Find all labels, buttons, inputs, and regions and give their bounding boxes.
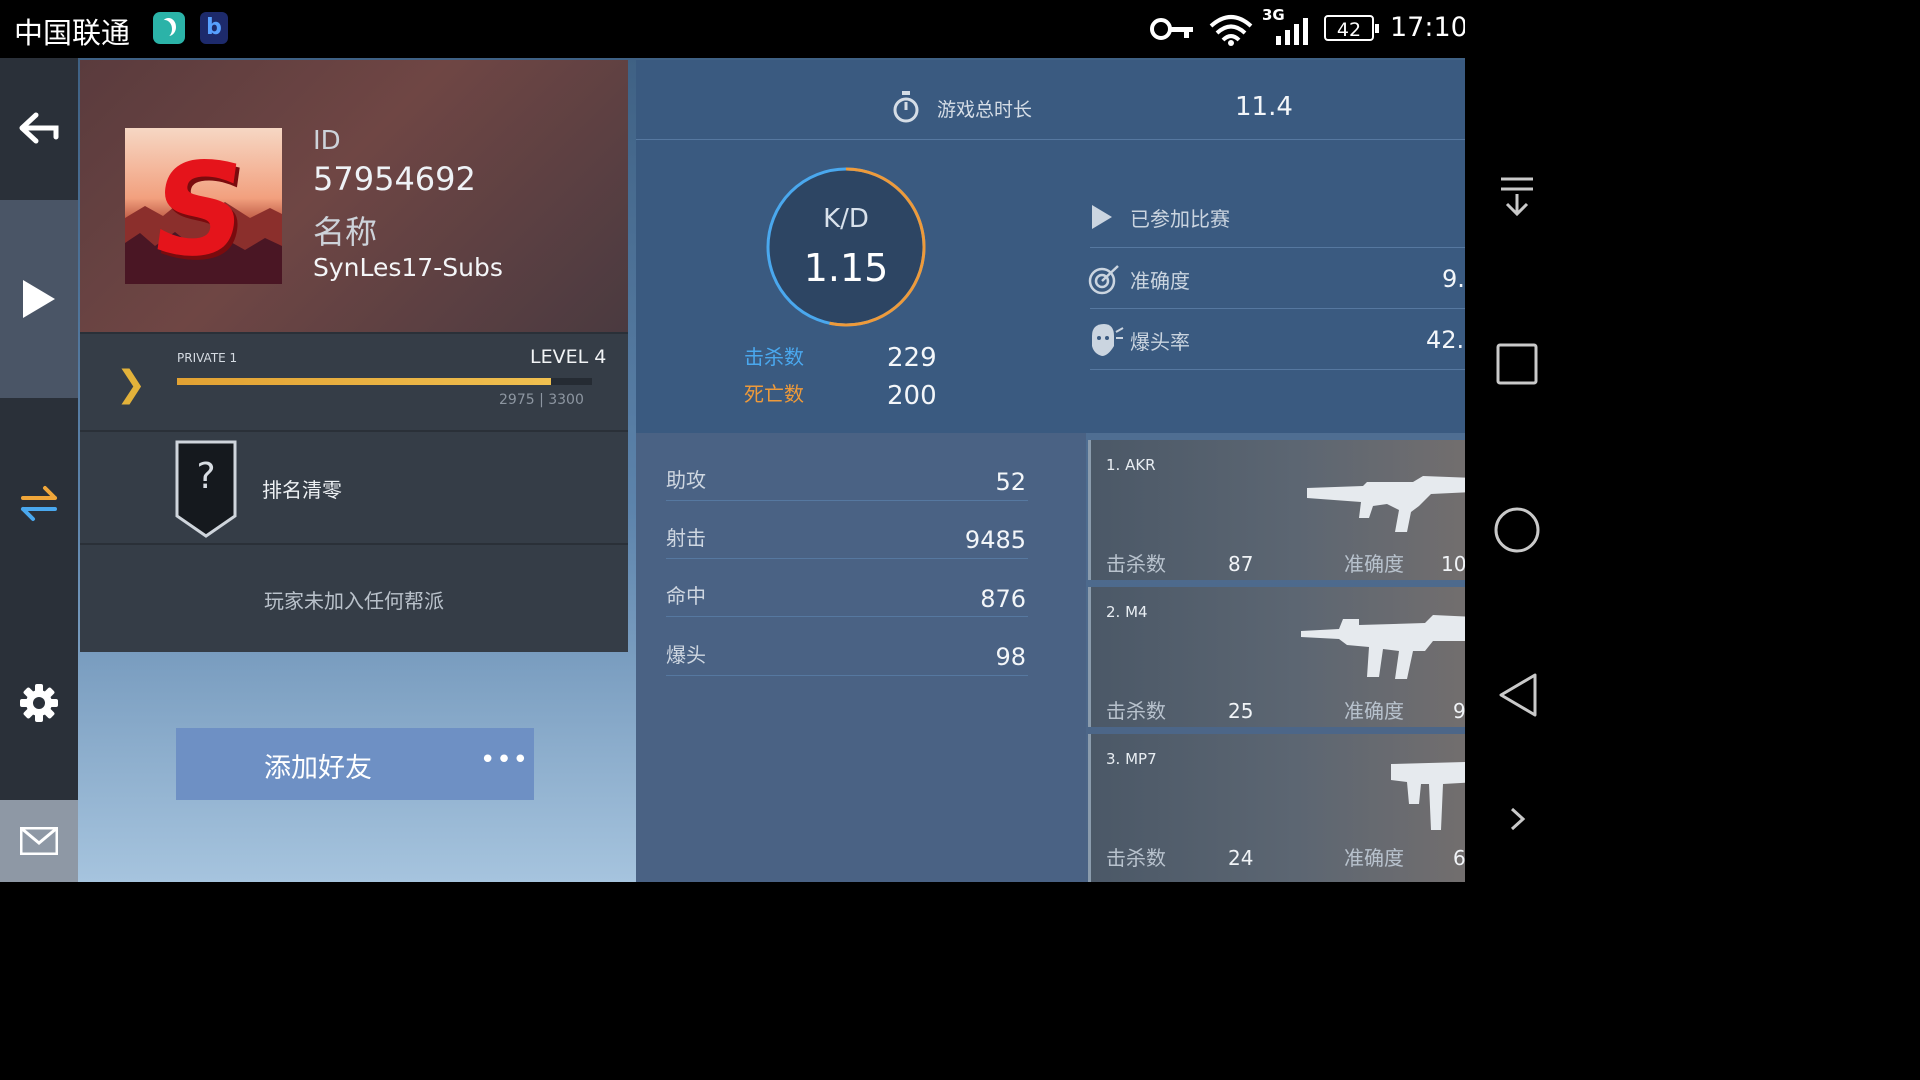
rank-label: PRIVATE 1 (177, 351, 238, 365)
mail-button[interactable] (0, 800, 78, 882)
navigation-bar (1465, 0, 1568, 882)
back-button[interactable] (0, 58, 78, 198)
chevron-right-icon[interactable] (1509, 806, 1527, 832)
player-id: 57954692 (313, 160, 476, 198)
playtime-value: 11.4 (1235, 92, 1293, 122)
deaths-label: 死亡数 (744, 382, 804, 406)
weapon-accuracy-label: 准确度 (1344, 699, 1404, 723)
more-options-button[interactable]: ••• (480, 745, 529, 775)
weapon-name: 3. MP7 (1106, 750, 1157, 768)
headshot-icon (1092, 324, 1124, 356)
rank-reset-label: 排名清零 (262, 478, 342, 502)
settings-button[interactable] (0, 658, 78, 748)
back-arrow-icon (19, 112, 59, 144)
clan-status: 玩家未加入任何帮派 (264, 589, 444, 613)
moon-app-icon (153, 12, 185, 44)
rifle-icon (1307, 476, 1465, 532)
headshots-label: 爆头 (666, 643, 706, 667)
pull-down-icon[interactable] (1497, 176, 1537, 218)
smg-icon (1391, 762, 1465, 830)
play-button[interactable] (0, 200, 78, 398)
hits-value: 876 (980, 585, 1026, 613)
divider (666, 500, 1028, 501)
wifi-icon (1209, 15, 1253, 46)
key-icon (1150, 18, 1193, 40)
weapon-kills-label: 击杀数 (1106, 552, 1166, 576)
weapon-kills: 25 (1228, 699, 1254, 723)
weapon-kills-label: 击杀数 (1106, 846, 1166, 870)
status-bar: 中国联通 b 3G 42 17:10 (0, 0, 1568, 58)
rank-unknown-mark: ? (196, 456, 216, 497)
mail-icon (20, 827, 58, 855)
side-menu (0, 58, 78, 882)
weapon-name: 1. AKR (1106, 456, 1156, 474)
play-icon (23, 280, 55, 318)
level-label: LEVEL 4 (530, 346, 607, 368)
assists-label: 助攻 (666, 468, 706, 492)
divider (666, 616, 1028, 617)
xp-progress-fill (177, 378, 551, 385)
kills-label: 击杀数 (744, 345, 804, 369)
chevron-right-icon[interactable]: ❯ (116, 364, 146, 405)
stopwatch-icon (893, 91, 919, 123)
divider (80, 332, 628, 334)
divider (80, 543, 628, 545)
weapon-accuracy: 6 (1453, 846, 1465, 870)
kd-value: 1.15 (803, 246, 889, 290)
b-app-icon: b (200, 12, 228, 44)
weapon-name: 2. M4 (1106, 603, 1148, 621)
carrier-label: 中国联通 (14, 16, 131, 50)
matches-label: 已参加比赛 (1130, 207, 1230, 231)
divider (666, 558, 1028, 559)
headshot-rate-label: 爆头率 (1130, 330, 1190, 354)
shots-label: 射击 (666, 526, 706, 550)
player-name: SynLes17-Subs (313, 253, 503, 282)
name-label: 名称 (313, 213, 378, 251)
shots-value: 9485 (964, 526, 1026, 554)
clock: 17:10 (1390, 12, 1468, 43)
accuracy-label: 准确度 (1130, 269, 1190, 293)
swap-arrows-icon (21, 486, 57, 521)
battery-icon: 42 (1324, 15, 1379, 41)
weapon-accuracy: 9 (1453, 699, 1465, 723)
weapon-kills-label: 击杀数 (1106, 699, 1166, 723)
divider (80, 430, 628, 432)
kd-label: K/D (823, 204, 869, 234)
xp-value: 2975 | 3300 (499, 392, 584, 408)
headshots-value: 98 (995, 643, 1026, 671)
divider (636, 139, 1465, 140)
weapon-kills: 87 (1228, 552, 1254, 576)
divider (666, 675, 1028, 676)
home-icon[interactable] (1493, 506, 1541, 554)
back-nav-icon[interactable] (1497, 672, 1539, 718)
carbine-icon (1301, 615, 1465, 679)
gear-icon (20, 684, 58, 722)
playtime-label: 游戏总时长 (937, 99, 1033, 121)
deaths-value: 200 (887, 381, 937, 411)
weapon-kills: 24 (1228, 846, 1254, 870)
avatar[interactable]: S (125, 128, 282, 284)
recent-apps-icon[interactable] (1495, 342, 1539, 386)
id-label: ID (313, 126, 341, 156)
weapon-card[interactable]: 2. M4 击杀数 25 准确度 9 (1088, 587, 1465, 727)
weapon-card[interactable]: 1. AKR 击杀数 87 准确度 10 (1088, 440, 1465, 580)
assists-value: 52 (995, 468, 1026, 496)
weapon-accuracy-label: 准确度 (1344, 552, 1404, 576)
xp-progress-bar (177, 378, 592, 385)
target-icon (1088, 265, 1119, 295)
signal-icon (1276, 18, 1308, 45)
weapon-card[interactable]: 3. MP7 击杀数 24 准确度 6 (1088, 734, 1465, 882)
weapon-accuracy-label: 准确度 (1344, 846, 1404, 870)
divider (1090, 369, 1465, 370)
accuracy-value: 9. (1442, 265, 1465, 293)
headshot-rate-value: 42. (1426, 326, 1465, 354)
add-friend-label: 添加好友 (264, 753, 372, 784)
weapon-accuracy: 10 (1441, 552, 1465, 576)
divider (1090, 308, 1465, 309)
switch-button[interactable] (0, 458, 78, 548)
divider (1090, 247, 1465, 248)
kills-value: 229 (887, 343, 937, 373)
play-triangle-icon (1092, 205, 1112, 229)
hits-label: 命中 (666, 584, 706, 608)
